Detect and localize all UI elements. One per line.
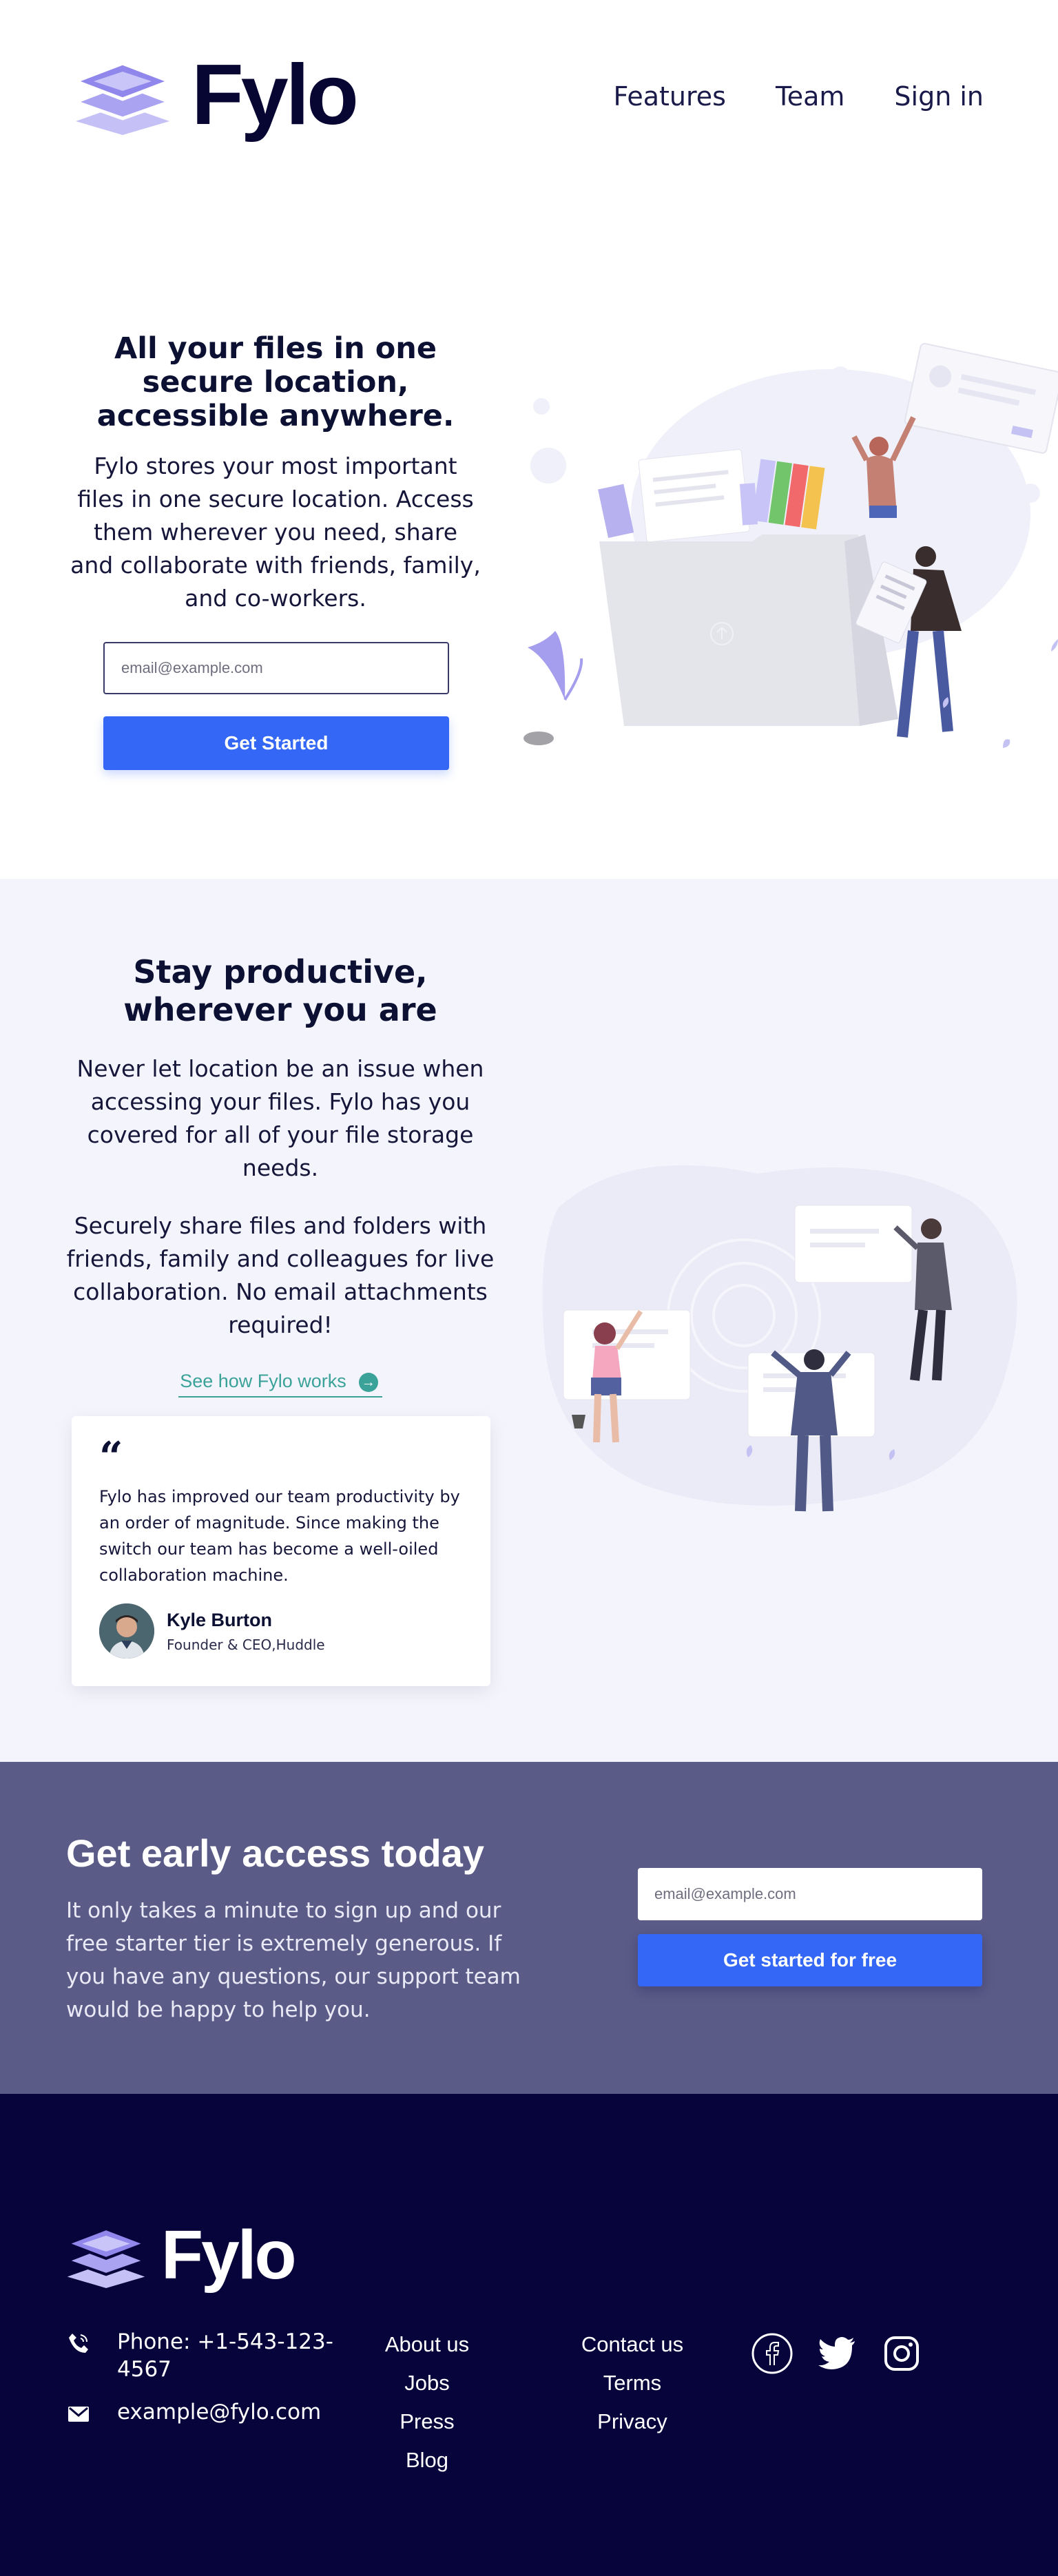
testimonial-author: Kyle Burton Founder & CEO,Huddle [99, 1603, 463, 1659]
early-access-form: Get started for free [638, 1868, 982, 1986]
hero-signup-form: Get Started [103, 642, 449, 770]
get-started-button[interactable]: Get Started [103, 716, 449, 770]
contact-phone[interactable]: Phone: +1-543-123-4567 [117, 2328, 355, 2383]
productive-illustration [542, 1165, 1017, 1512]
footer-logo[interactable]: Fylo [66, 2216, 297, 2294]
contact-email[interactable]: example@fylo.com [117, 2398, 321, 2426]
footer-links-support: Contact us Terms Privacy [569, 2332, 696, 2448]
phone-icon [69, 2334, 88, 2353]
avatar-portrait-icon [99, 1603, 154, 1659]
contact-email-row: example@fylo.com [66, 2398, 355, 2426]
hero-illustration [523, 342, 1058, 748]
hero-copy: All your files in one secure location, a… [69, 332, 482, 615]
footer-link-blog[interactable]: Blog [372, 2448, 482, 2473]
author-name: Kyle Burton [167, 1609, 273, 1630]
early-access-section: Get early access today It only takes a m… [0, 1762, 1058, 2094]
footer-logo-wordmark: Fylo [161, 2216, 297, 2294]
avatar [99, 1603, 154, 1659]
footer-link-contact-us[interactable]: Contact us [569, 2332, 696, 2357]
productive-section: Stay productive, wherever you are Never … [0, 879, 1058, 1762]
footer-link-terms[interactable]: Terms [569, 2371, 696, 2396]
logo-stack-icon [76, 61, 169, 135]
nav-features[interactable]: Features [614, 81, 726, 112]
nav-sign-in[interactable]: Sign in [894, 81, 984, 112]
contact-phone-row: Phone: +1-543-123-4567 [66, 2328, 355, 2383]
footer-contact: Phone: +1-543-123-4567 example@fylo.com [66, 2328, 355, 2441]
testimonial-card: “ Fylo has improved our team productivit… [72, 1416, 490, 1686]
get-started-for-free-button[interactable]: Get started for free [638, 1934, 982, 1986]
footer-link-privacy[interactable]: Privacy [569, 2409, 696, 2434]
twitter-icon[interactable] [816, 2332, 858, 2375]
arrow-right-icon: → [358, 1373, 378, 1392]
productive-paragraph-1: Never let location be an issue when acce… [76, 1055, 484, 1181]
social-links [751, 2332, 923, 2375]
footer-links-company: About us Jobs Press Blog [372, 2332, 482, 2486]
footer-link-press[interactable]: Press [372, 2409, 482, 2434]
footer-link-about-us[interactable]: About us [372, 2332, 482, 2357]
early-access-title: Get early access today [66, 1831, 485, 1875]
author-meta: Kyle Burton Founder & CEO,Huddle [167, 1610, 325, 1653]
hero-email-input[interactable] [103, 642, 449, 694]
early-access-email-input[interactable] [638, 1868, 982, 1920]
productive-copy: Stay productive, wherever you are Never … [66, 953, 495, 1398]
author-role: Founder & CEO,Huddle [167, 1636, 325, 1653]
site-header: Fylo Features Team Sign in [0, 0, 1058, 200]
see-how-link-label: See how Fylo works [180, 1371, 346, 1391]
nav-team[interactable]: Team [776, 81, 844, 112]
early-access-description: It only takes a minute to sign up and ou… [66, 1898, 521, 2022]
hero-description: Fylo stores your most important files in… [70, 453, 481, 612]
footer-link-jobs[interactable]: Jobs [372, 2371, 482, 2396]
fylo-logo[interactable]: Fylo [76, 48, 359, 143]
productive-paragraph-2: Securely share files and folders with fr… [66, 1212, 495, 1338]
see-how-fylo-works-link[interactable]: See how Fylo works → [178, 1371, 382, 1398]
productive-title: Stay productive, wherever you are [123, 953, 437, 1028]
quote-mark-icon: “ [99, 1433, 123, 1482]
facebook-icon[interactable] [751, 2332, 794, 2375]
mail-icon [68, 2407, 89, 2422]
testimonial-text: Fylo has improved our team productivity … [99, 1487, 460, 1585]
instagram-icon[interactable] [880, 2332, 923, 2375]
logo-wordmark: Fylo [191, 48, 359, 143]
hero-title: All your files in one secure location, a… [96, 331, 455, 433]
footer-logo-stack-icon [66, 2227, 146, 2288]
main-nav: Features Team Sign in [564, 81, 984, 112]
site-footer: Fylo Phone: +1-543-123-4567 example@fylo… [0, 2094, 1058, 2576]
